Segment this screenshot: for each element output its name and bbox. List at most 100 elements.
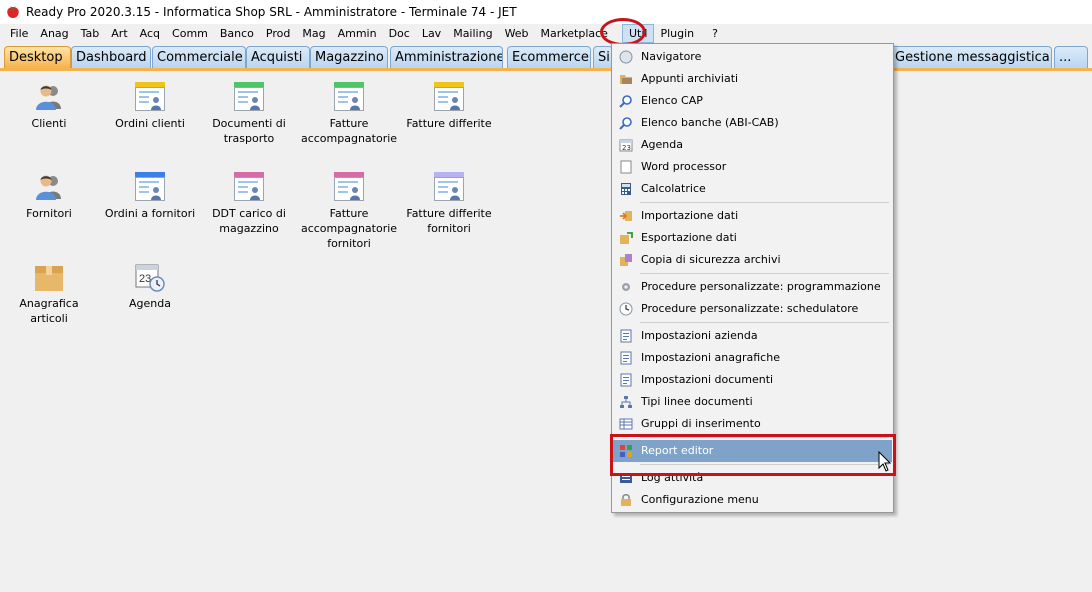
menu-item-copia-di-sicurezza-archivi[interactable]: Copia di sicurezza archivi [613,249,892,271]
menu-item-label: Word processor [641,160,727,173]
menu-item-label: Tipi linee documenti [641,395,753,408]
menu-item-importazione-dati[interactable]: Importazione dati [613,205,892,227]
menu-item-impostazioni-azienda[interactable]: Impostazioni azienda [613,325,892,347]
menu-item-word-processor[interactable]: Word processor [613,156,892,178]
menu-item-navigatore[interactable]: Navigatore [613,46,892,68]
menu-separator [640,322,889,323]
tab-gestione-messaggistica[interactable]: Gestione messaggistica [890,46,1052,68]
menu-item-tipi-linee-documenti[interactable]: Tipi linee documenti [613,391,892,413]
tab-amministrazione[interactable]: Amministrazione [390,46,503,68]
desktop-icon-label-line: Clienti [31,117,67,130]
menu-doc[interactable]: Doc [383,24,416,43]
tab-magazzino[interactable]: Magazzino [310,46,388,68]
menu-banco[interactable]: Banco [214,24,260,43]
folder-icon [620,75,632,84]
user-group-icon [34,82,64,112]
tab-ecommerce[interactable]: Ecommerce [507,46,591,68]
menu-item-label: Impostazioni documenti [641,373,774,386]
desktop-icon-documenti-di-trasporto[interactable]: Documenti di trasporto [199,82,299,146]
desktop-icon-label-line: Anagrafica articoli [19,297,79,325]
desktop-icon-fatture-accompagnatorie[interactable]: Fatture accompagnatorie [299,82,399,146]
user-group-icon [34,172,64,202]
menu-plugin[interactable]: Plugin [654,24,700,43]
menu-item-esportazione-dati[interactable]: Esportazione dati [613,227,892,249]
menu-item-label: Calcolatrice [641,182,706,195]
desktop-icon-ddt-carico-di-magazzino[interactable]: DDT carico di magazzino [199,172,299,236]
menu-lav[interactable]: Lav [416,24,447,43]
menu-item-impostazioni-anagrafiche[interactable]: Impostazioni anagrafiche [613,347,892,369]
clipboard-icon [620,351,632,365]
tree-icon [620,396,632,408]
tab-desktop[interactable]: Desktop [4,46,71,68]
document-user-icon [234,82,264,112]
menu-item-elenco-cap[interactable]: Elenco CAP [613,90,892,112]
annotation-circle [600,18,646,46]
menu-item-gruppi-di-inserimento[interactable]: Gruppi di inserimento [613,413,892,435]
desktop-icon-agenda[interactable]: 23 Agenda [100,262,200,311]
desktop-icon-fatture-differite[interactable]: Fatture differite [399,82,499,131]
menu-comm[interactable]: Comm [166,24,214,43]
desktop-icon-label-line: Fatture differite [406,207,492,220]
menu-item-configurazione-menu[interactable]: Configurazione menu [613,489,892,511]
package-box-icon [34,262,64,292]
lock-icon [621,494,631,506]
menu-item-procedure-personalizzate-programmazione[interactable]: Procedure personalizzate: programmazione [613,276,892,298]
menu-item-impostazioni-documenti[interactable]: Impostazioni documenti [613,369,892,391]
tab-dashboard[interactable]: Dashboard [71,46,151,68]
menu-help[interactable]: ? [706,24,724,43]
desktop-icon-fornitori[interactable]: Fornitori [0,172,99,221]
desktop-icon-label: Fatture differite [399,116,499,131]
calendar-clock-icon: 23 [135,262,165,292]
strawberry-app-icon [7,6,19,18]
menu-item-label: Configurazione menu [641,493,759,506]
svg-text:23: 23 [622,144,631,152]
tab-si[interactable]: Si [593,46,613,68]
menu-web[interactable]: Web [499,24,535,43]
menu-prod[interactable]: Prod [260,24,296,43]
tab-more[interactable]: ... [1054,46,1088,68]
menu-item-label: Esportazione dati [641,231,737,244]
menu-item-appunti-archiviati[interactable]: Appunti archiviati [613,68,892,90]
menu-item-label: Agenda [641,138,683,151]
menu-item-label: Navigatore [641,50,702,63]
desktop-icon-ordini-a-fornitori[interactable]: Ordini a fornitori [100,172,200,221]
title-bar: Ready Pro 2020.3.15 - Informatica Shop S… [0,0,1092,24]
menu-item-elenco-banche-abi-cab[interactable]: Elenco banche (ABI-CAB) [613,112,892,134]
desktop-icon-label-line: trasporto [223,132,275,145]
menu-anag[interactable]: Anag [34,24,74,43]
menu-ammin[interactable]: Ammin [332,24,383,43]
menu-file[interactable]: File [4,24,34,43]
menu-separator [640,273,889,274]
document-user-icon [334,172,364,202]
magnifier-icon [619,117,632,130]
document-user-icon [434,172,464,202]
desktop-icon-label: Fatture differite fornitori [399,206,499,236]
menu-acq[interactable]: Acq [134,24,166,43]
desktop-icon-label-line: Fatture differite [406,117,492,130]
desktop-icon-label-line: fornitori [327,237,371,250]
desktop-icon-label-line: accompagnatorie [300,132,398,145]
menu-item-label: Procedure personalizzate: programmazione [641,280,881,293]
desktop-icon-clienti[interactable]: Clienti [0,82,99,131]
menu-item-procedure-personalizzate-schedulatore[interactable]: Procedure personalizzate: schedulatore [613,298,892,320]
menu-mag[interactable]: Mag [296,24,331,43]
menu-art[interactable]: Art [105,24,133,43]
backup-icon [620,254,632,266]
desktop-icon-ordini-clienti[interactable]: Ordini clienti [100,82,200,131]
desktop-icon-label-line: Fornitori [26,207,72,220]
tab-commerciale[interactable]: Commerciale [152,46,246,68]
desktop-icon-fatture-accompagnatorie-fornitori[interactable]: Fatture accompagnatorie fornitori [299,172,399,251]
document-user-icon [334,82,364,112]
menu-item-label: Impostazioni azienda [641,329,758,342]
menu-tab[interactable]: Tab [75,24,106,43]
desktop-icon-label-line: Ordini clienti [115,117,185,130]
mouse-cursor-icon [878,451,892,472]
menu-mailing[interactable]: Mailing [447,24,498,43]
desktop-icon-label-line: fornitori [427,222,471,235]
menu-item-calcolatrice[interactable]: Calcolatrice [613,178,892,200]
menu-item-agenda[interactable]: 23 Agenda [613,134,892,156]
desktop-icon-fatture-differite-fornitori[interactable]: Fatture differite fornitori [399,172,499,236]
desktop-icon-anagrafica-articoli[interactable]: Anagrafica articoli [0,262,99,326]
document-user-icon [135,172,165,202]
tab-acquisti[interactable]: Acquisti [246,46,310,68]
